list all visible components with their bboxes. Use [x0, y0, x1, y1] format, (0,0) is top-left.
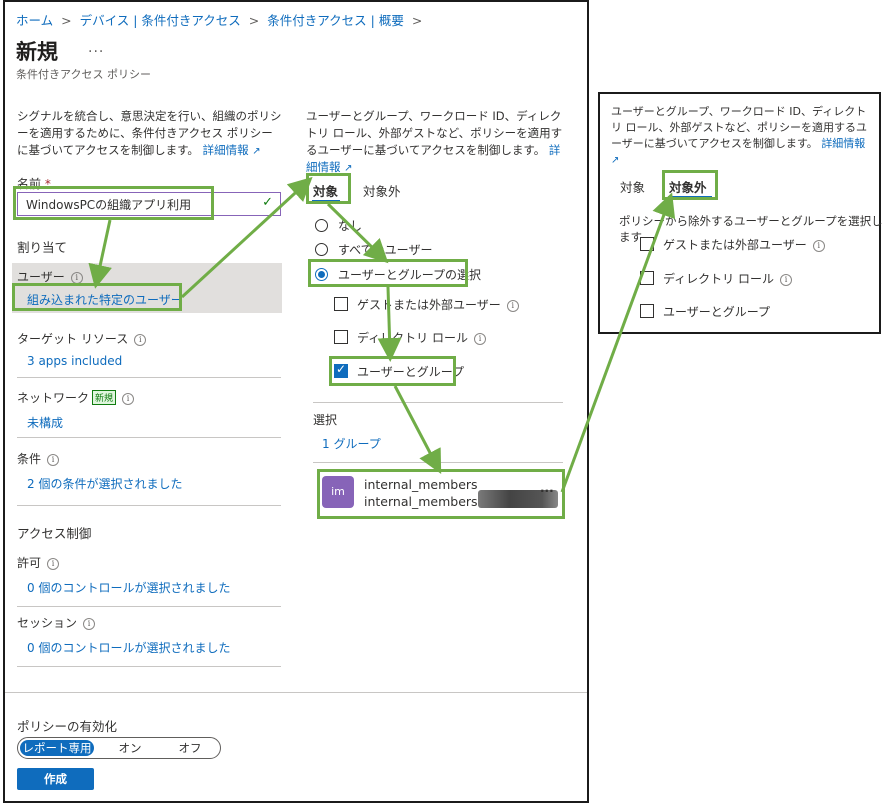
arrow-include-to-select	[326, 202, 389, 264]
arrow-name-to-users	[88, 219, 112, 289]
arrow-users-to-include-tab	[180, 176, 313, 299]
arrow-member-to-exclude	[560, 192, 676, 493]
arrow-select-to-checkbox	[377, 286, 402, 362]
annotation-arrows	[88, 176, 676, 493]
arrow-checkbox-to-member	[393, 385, 442, 474]
